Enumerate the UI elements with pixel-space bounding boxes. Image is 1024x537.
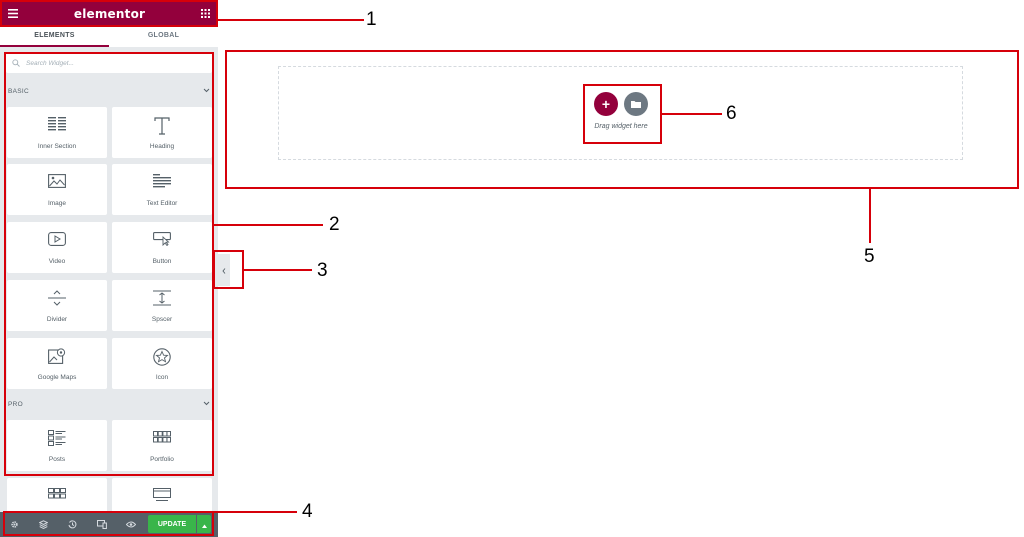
widget-gallery[interactable] — [7, 478, 107, 512]
gallery-icon — [48, 488, 66, 507]
callout-line-4 — [214, 511, 297, 513]
callout-box-3 — [213, 250, 244, 289]
callout-line-5 — [869, 189, 871, 243]
callout-line-3 — [244, 269, 312, 271]
callout-number-1: 1 — [366, 9, 377, 30]
callout-number-2: 2 — [329, 214, 340, 235]
tab-elements[interactable]: ELEMENTS — [0, 27, 109, 47]
callout-line-6 — [662, 113, 722, 115]
callout-line-2 — [214, 224, 323, 226]
callout-box-1 — [0, 0, 218, 27]
panel-tabs: ELEMENTS GLOBAL — [0, 27, 218, 47]
callout-box-4 — [3, 511, 214, 536]
tab-global[interactable]: GLOBAL — [109, 27, 218, 47]
callout-line-1 — [218, 19, 364, 21]
form-icon — [153, 488, 171, 507]
widget-form[interactable] — [112, 478, 212, 512]
callout-number-6: 6 — [726, 103, 737, 124]
callout-box-2 — [4, 52, 214, 476]
callout-box-6 — [583, 84, 662, 144]
callout-number-5: 5 — [864, 246, 875, 267]
callout-number-3: 3 — [317, 260, 328, 281]
callout-number-4: 4 — [302, 501, 313, 522]
